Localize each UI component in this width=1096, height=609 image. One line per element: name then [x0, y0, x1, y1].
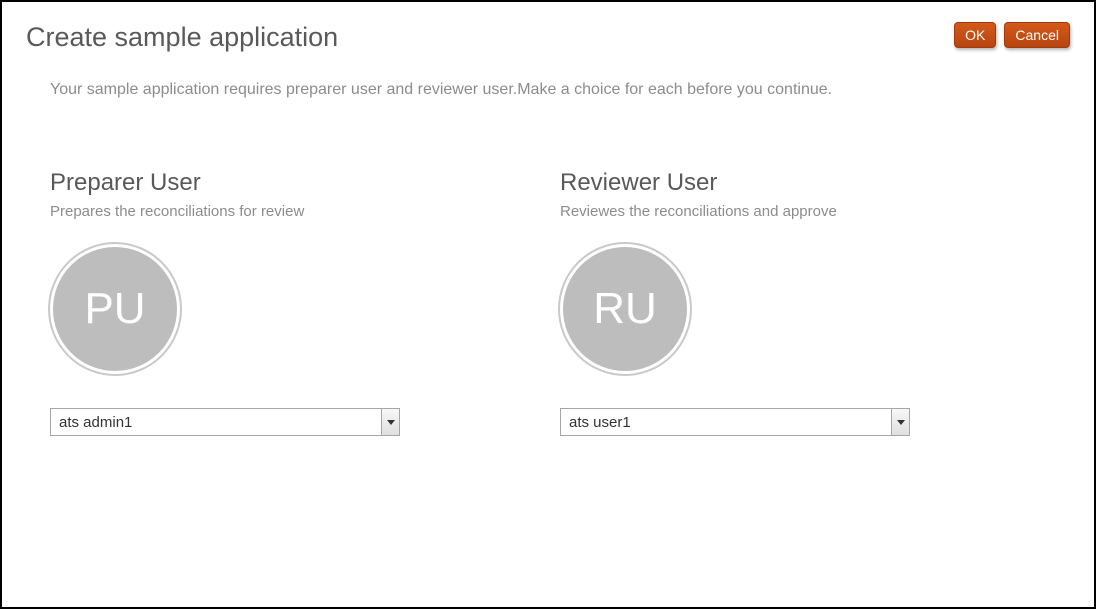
preparer-select[interactable]: ats admin1: [50, 408, 400, 436]
dialog-title: Create sample application: [26, 22, 338, 53]
user-columns: Preparer User Prepares the reconciliatio…: [50, 169, 1070, 436]
reviewer-select[interactable]: ats user1: [560, 408, 910, 436]
ok-button[interactable]: OK: [954, 22, 996, 48]
reviewer-title: Reviewer User: [560, 169, 1070, 197]
intro-text: Your sample application requires prepare…: [50, 81, 1070, 99]
chevron-down-icon: [381, 409, 399, 435]
dialog-buttons: OK Cancel: [954, 22, 1070, 48]
reviewer-avatar: RU: [560, 244, 690, 374]
dialog-header: Create sample application OK Cancel: [26, 22, 1070, 53]
create-sample-application-dialog: Create sample application OK Cancel Your…: [0, 0, 1096, 609]
preparer-avatar-initials: PU: [84, 284, 145, 334]
preparer-select-value: ats admin1: [51, 409, 381, 435]
preparer-title: Preparer User: [50, 169, 560, 197]
reviewer-avatar-initials: RU: [593, 284, 657, 334]
reviewer-description: Reviewes the reconciliations and approve: [560, 203, 1070, 220]
preparer-avatar: PU: [50, 244, 180, 374]
preparer-description: Prepares the reconciliations for review: [50, 203, 560, 220]
reviewer-select-value: ats user1: [561, 409, 891, 435]
preparer-column: Preparer User Prepares the reconciliatio…: [50, 169, 560, 436]
cancel-button[interactable]: Cancel: [1004, 22, 1070, 48]
chevron-down-icon: [891, 409, 909, 435]
reviewer-column: Reviewer User Reviewes the reconciliatio…: [560, 169, 1070, 436]
